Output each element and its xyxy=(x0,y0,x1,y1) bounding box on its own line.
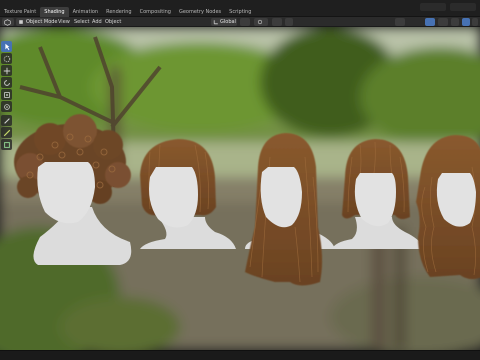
tool-measure[interactable] xyxy=(1,127,12,138)
tab-texture-paint[interactable]: Texture Paint xyxy=(0,7,40,17)
menu-select[interactable]: Select xyxy=(74,18,89,26)
overlays-button[interactable] xyxy=(438,18,448,26)
menu-view[interactable]: View xyxy=(58,18,70,26)
transform-icon xyxy=(3,103,10,110)
orientation-selector[interactable]: Global xyxy=(211,18,237,26)
orientation-icon xyxy=(213,20,218,25)
3d-viewport[interactable] xyxy=(0,27,480,350)
viewport-scene xyxy=(0,27,480,350)
tool-annotate[interactable] xyxy=(1,115,12,126)
tab-animation[interactable]: Animation xyxy=(69,7,103,17)
tool-rotate[interactable] xyxy=(1,77,12,88)
falloff-button[interactable] xyxy=(285,18,293,26)
orientation-label: Global xyxy=(220,19,236,25)
mode-selector[interactable]: Object Mode xyxy=(16,18,58,26)
tab-scripting[interactable]: Scripting xyxy=(225,7,255,17)
tab-rendering[interactable]: Rendering xyxy=(102,7,136,17)
status-bar xyxy=(0,350,480,360)
object-mode-icon xyxy=(19,20,23,24)
pivot-point-button[interactable] xyxy=(240,18,250,26)
gizmo-toggle-button[interactable] xyxy=(425,18,435,26)
editor-type-button[interactable] xyxy=(2,18,14,26)
shading-material-button[interactable] xyxy=(462,18,470,26)
tool-move[interactable] xyxy=(1,65,12,76)
tool-add-cube[interactable] xyxy=(1,139,12,150)
measure-icon xyxy=(3,129,10,136)
viewport-header: Object Mode View Select Add Object Globa… xyxy=(0,17,480,27)
workspace-tabs: Texture Paint Shading Animation Renderin… xyxy=(0,7,255,17)
proportional-edit-button[interactable] xyxy=(272,18,282,26)
xray-button[interactable] xyxy=(451,18,459,26)
scale-icon xyxy=(3,91,10,98)
view-layer-selector[interactable] xyxy=(450,3,476,11)
add-cube-icon xyxy=(3,141,10,148)
viewport-visibility-button[interactable] xyxy=(395,18,405,26)
tab-geometry-nodes[interactable]: Geometry Nodes xyxy=(175,7,225,17)
wavy-hair-model xyxy=(416,135,480,280)
tool-shelf xyxy=(1,41,12,150)
menu-object[interactable]: Object xyxy=(105,18,121,26)
menu-add[interactable]: Add xyxy=(92,18,102,26)
annotate-icon xyxy=(3,117,10,124)
snap-button[interactable] xyxy=(254,18,268,26)
tool-transform[interactable] xyxy=(1,101,12,112)
cursor-icon xyxy=(4,43,9,50)
tool-select-box[interactable] xyxy=(1,53,12,64)
shading-options-button[interactable] xyxy=(472,18,478,26)
scene-selector[interactable] xyxy=(420,3,446,11)
snap-icon xyxy=(257,19,263,25)
rotate-icon xyxy=(3,79,10,86)
tab-shading[interactable]: Shading xyxy=(40,7,69,17)
tool-scale[interactable] xyxy=(1,89,12,100)
tool-cursor[interactable] xyxy=(1,41,12,52)
tab-compositing[interactable]: Compositing xyxy=(136,7,175,17)
move-icon xyxy=(3,67,10,74)
mode-label: Object Mode xyxy=(26,19,58,25)
workspace-tab-bar: Texture Paint Shading Animation Renderin… xyxy=(0,0,480,17)
editor-type-icon xyxy=(4,18,11,26)
select-box-icon xyxy=(3,55,10,62)
